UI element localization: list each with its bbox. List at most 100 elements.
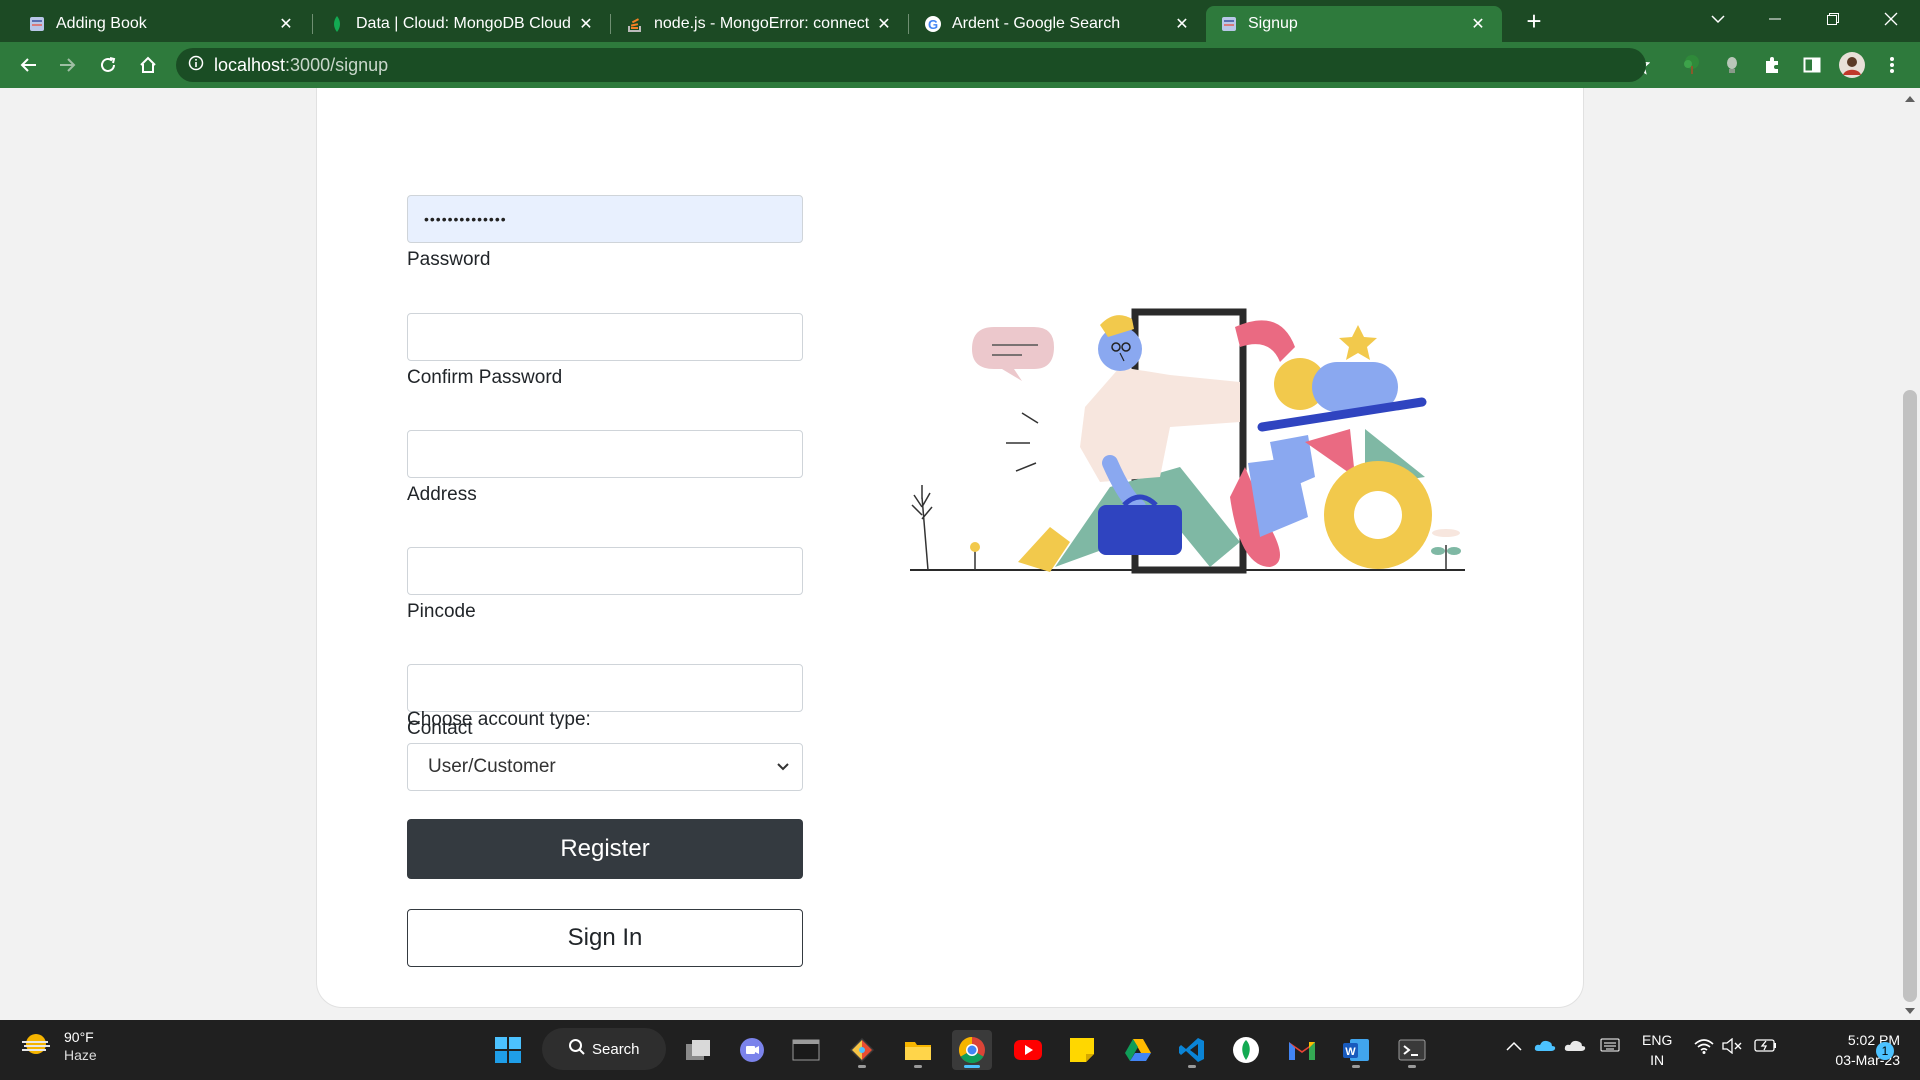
signup-illustration <box>910 308 1465 574</box>
onedrive-personal-icon[interactable] <box>1564 1038 1586 1057</box>
sign-in-button[interactable]: Sign In <box>407 909 803 967</box>
word-icon[interactable]: W <box>1336 1030 1376 1070</box>
chrome-menu-icon[interactable] <box>1878 51 1906 79</box>
weather-widget[interactable]: 90°F Haze <box>20 1028 97 1064</box>
pincode-label: Pincode <box>407 601 476 622</box>
youtube-icon[interactable] <box>1008 1030 1048 1070</box>
close-tab-icon[interactable]: ✕ <box>874 14 894 34</box>
contact-input[interactable] <box>407 664 803 712</box>
input-language-indicator[interactable]: ENG IN <box>1642 1030 1672 1070</box>
weather-haze-icon <box>20 1032 50 1061</box>
mongodb-compass-icon[interactable] <box>1226 1030 1266 1070</box>
extension-tree-icon[interactable] <box>1678 51 1706 79</box>
close-tab-icon[interactable]: ✕ <box>1172 14 1192 34</box>
account-type-selected-value: User/Customer <box>428 756 556 777</box>
close-tab-icon[interactable]: ✕ <box>576 14 596 34</box>
extension-bulb-icon[interactable] <box>1718 51 1746 79</box>
site-info-icon[interactable] <box>188 55 204 76</box>
reload-button[interactable] <box>94 51 122 79</box>
teams-chat-icon[interactable] <box>732 1030 772 1070</box>
tab-signup[interactable]: Signup ✕ <box>1206 6 1502 42</box>
running-indicator <box>1188 1065 1196 1068</box>
confirm-password-input[interactable] <box>407 313 803 361</box>
back-button[interactable] <box>14 51 42 79</box>
tab-search-chevron-icon[interactable] <box>1695 0 1741 38</box>
svg-text:G: G <box>928 17 938 32</box>
file-explorer-icon[interactable] <box>898 1030 938 1070</box>
tab-title: node.js - MongoError: connect EC <box>654 15 874 32</box>
chevron-down-icon <box>776 758 790 780</box>
extensions-puzzle-icon[interactable] <box>1758 51 1786 79</box>
tab-adding-book[interactable]: Adding Book ✕ <box>14 6 310 42</box>
vscode-icon[interactable] <box>1172 1030 1212 1070</box>
running-indicator <box>858 1065 866 1068</box>
mongodb-leaf-favicon <box>328 15 346 33</box>
address-bar[interactable]: localhost:3000/signup <box>176 48 1646 82</box>
running-indicator <box>1408 1065 1416 1068</box>
weather-description: Haze <box>64 1047 97 1063</box>
close-window-button[interactable] <box>1868 0 1914 38</box>
home-button[interactable] <box>134 51 162 79</box>
tab-title: Signup <box>1248 15 1298 32</box>
google-drive-icon[interactable] <box>1118 1030 1158 1070</box>
scroll-down-arrow-icon[interactable] <box>1905 1008 1915 1014</box>
book-favicon <box>1220 15 1238 33</box>
google-favicon: G <box>924 15 942 33</box>
close-tab-icon[interactable]: ✕ <box>1468 14 1488 34</box>
register-button[interactable]: Register <box>407 819 803 879</box>
touch-keyboard-icon[interactable] <box>1600 1038 1620 1057</box>
pincode-field-group: Pincode <box>407 547 803 623</box>
git-app-icon[interactable] <box>842 1030 882 1070</box>
account-type-select[interactable]: User/Customer <box>407 743 803 791</box>
forward-button[interactable] <box>54 51 82 79</box>
tab-separator <box>312 14 313 34</box>
chrome-icon[interactable] <box>952 1030 992 1070</box>
minimize-button[interactable] <box>1752 0 1798 38</box>
tab-stackoverflow[interactable]: node.js - MongoError: connect EC ✕ <box>612 6 908 42</box>
scroll-up-arrow-icon[interactable] <box>1905 96 1915 102</box>
password-label: Password <box>407 249 491 270</box>
windows-taskbar: 90°F Haze Search W ENG IN 5:02 PM 03-Mar… <box>0 1020 1920 1080</box>
search-icon <box>568 1038 586 1060</box>
tab-google-search[interactable]: G Ardent - Google Search ✕ <box>910 6 1206 42</box>
address-input[interactable] <box>407 430 803 478</box>
pincode-input[interactable] <box>407 547 803 595</box>
tab-title: Adding Book <box>56 15 147 32</box>
close-tab-icon[interactable]: ✕ <box>276 14 296 34</box>
gmail-icon[interactable] <box>1282 1030 1322 1070</box>
tab-separator <box>610 14 611 34</box>
search-label: Search <box>592 1040 640 1058</box>
taskbar-search[interactable]: Search <box>542 1028 666 1070</box>
sticky-notes-icon[interactable] <box>1062 1030 1102 1070</box>
task-view-icon[interactable] <box>678 1030 718 1070</box>
wifi-icon[interactable] <box>1694 1038 1714 1059</box>
running-indicator <box>964 1065 980 1068</box>
windows-start-icon[interactable] <box>488 1030 528 1070</box>
battery-charging-icon[interactable] <box>1754 1038 1778 1057</box>
scrollbar-thumb[interactable] <box>1903 390 1917 1002</box>
password-input[interactable]: •••••••••••••• <box>407 195 803 243</box>
address-field-group: Address <box>407 430 803 506</box>
book-favicon <box>28 15 46 33</box>
account-type-label: Choose account type: <box>407 709 591 730</box>
signup-card: •••••••••••••• Password Confirm Password… <box>316 88 1584 1008</box>
show-hidden-icons-chevron-icon[interactable] <box>1506 1038 1522 1056</box>
url-text[interactable]: localhost:3000/signup <box>214 55 388 76</box>
volume-muted-icon[interactable] <box>1722 1037 1744 1059</box>
stackoverflow-favicon <box>626 15 644 33</box>
restore-button[interactable] <box>1810 0 1856 38</box>
notification-badge[interactable]: 1 <box>1876 1042 1894 1060</box>
tab-title: Ardent - Google Search <box>952 15 1121 32</box>
terminal-app-icon[interactable] <box>786 1030 826 1070</box>
url-path: :3000/signup <box>285 54 389 75</box>
new-tab-button[interactable]: + <box>1520 8 1548 36</box>
tab-strip: Adding Book ✕ Data | Cloud: MongoDB Clou… <box>0 0 1920 42</box>
confirm-password-field-group: Confirm Password <box>407 313 803 389</box>
powershell-icon[interactable] <box>1392 1030 1432 1070</box>
profile-avatar[interactable] <box>1838 51 1866 79</box>
confirm-password-label: Confirm Password <box>407 367 563 388</box>
tab-separator <box>908 14 909 34</box>
onedrive-icon[interactable] <box>1534 1038 1556 1057</box>
side-panel-icon[interactable] <box>1798 51 1826 79</box>
tab-mongodb-cloud[interactable]: Data | Cloud: MongoDB Cloud ✕ <box>314 6 610 42</box>
